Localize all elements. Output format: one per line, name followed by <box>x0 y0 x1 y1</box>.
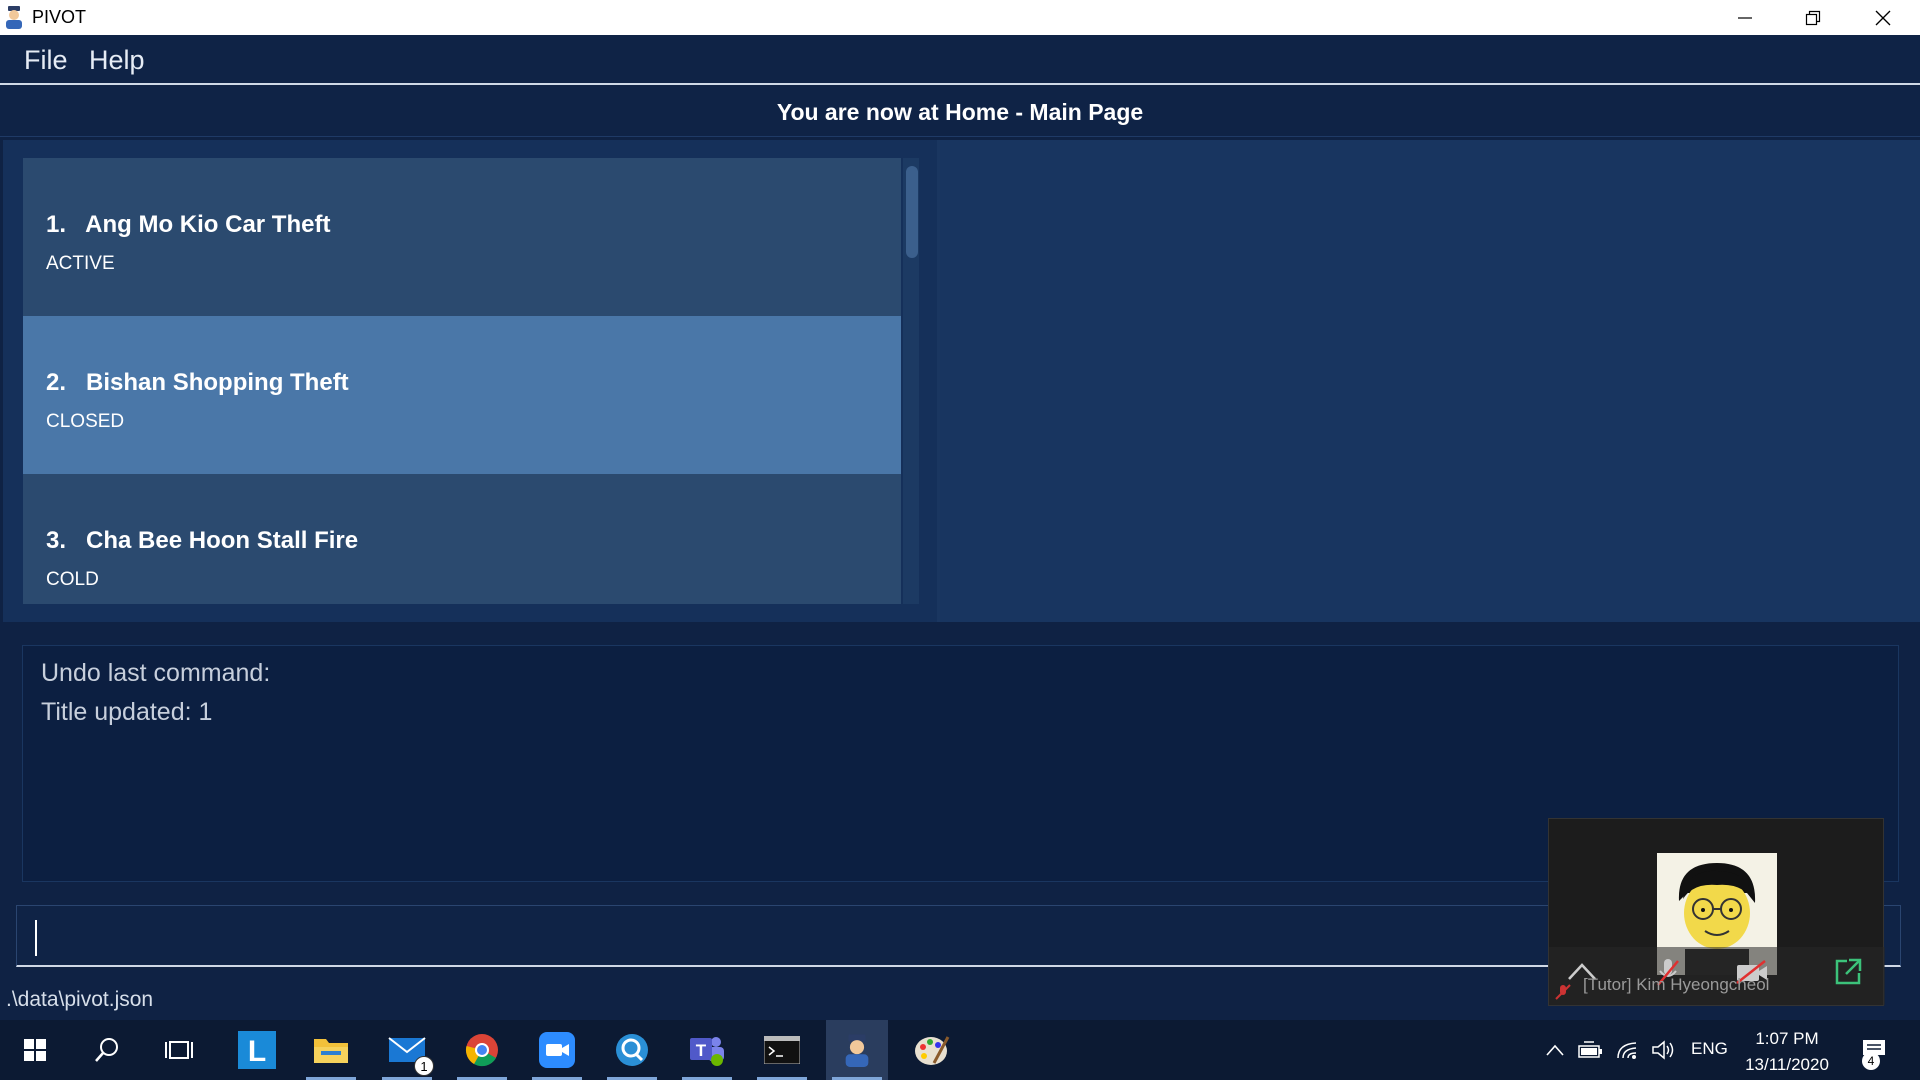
teams-icon: T <box>690 1037 724 1066</box>
window-title: PIVOT <box>32 7 87 27</box>
taskbar-app-pivot[interactable] <box>826 1020 888 1080</box>
case-card-2[interactable]: 2. Bishan Shopping Theft CLOSED <box>23 316 901 474</box>
taskbar-app-zoom[interactable] <box>526 1020 588 1080</box>
clock-date: 13/11/2020 <box>1745 1055 1829 1074</box>
case-title: 2. Bishan Shopping Theft <box>46 369 349 397</box>
menu-file[interactable]: File <box>24 45 68 76</box>
clock-time: 1:07 PM <box>1755 1029 1819 1048</box>
clock[interactable]: 1:07 PM 13/11/2020 <box>1740 1026 1834 1078</box>
data-file-path: .\data\pivot.json <box>6 988 154 1011</box>
wifi-icon <box>1617 1042 1637 1059</box>
network-status[interactable] <box>1616 1038 1640 1062</box>
close-button[interactable] <box>1848 0 1918 35</box>
windows-icon <box>24 1039 46 1061</box>
taskbar-app-paint[interactable] <box>901 1020 963 1080</box>
speaker-icon <box>1652 1040 1674 1060</box>
menu-bar: File Help <box>0 35 1920 85</box>
lumi-icon: L <box>238 1031 276 1069</box>
svg-text:L: L <box>248 1035 266 1068</box>
taskbar-app-teams[interactable]: T <box>676 1020 738 1080</box>
paint-palette-icon <box>915 1036 950 1065</box>
zoom-video-overlay[interactable]: [Tutor] Kim Hyeongcheol <box>1548 818 1885 1006</box>
case-name: Bishan Shopping Theft <box>86 369 349 396</box>
case-title: 1. Ang Mo Kio Car Theft <box>46 211 330 239</box>
minimize-icon <box>1738 16 1752 19</box>
case-index: 3. <box>46 527 67 554</box>
taskbar-app-mail[interactable]: 1 <box>376 1020 438 1080</box>
text-caret <box>35 920 37 956</box>
taskbar-app-terminal[interactable] <box>751 1020 813 1080</box>
result-line: Title updated: 1 <box>41 698 213 726</box>
case-detail-panel <box>940 140 1920 622</box>
battery-icon <box>1578 1041 1602 1058</box>
case-index: 2. <box>46 369 67 396</box>
pivot-app-icon <box>2 5 26 29</box>
svg-text:T: T <box>696 1041 707 1060</box>
share-icon[interactable] <box>1833 957 1863 987</box>
case-name: Ang Mo Kio Car Theft <box>85 211 331 238</box>
case-status: CLOSED <box>46 411 125 432</box>
case-title: 3. Cha Bee Hoon Stall Fire <box>46 527 358 555</box>
zoom-controls-bar: [Tutor] Kim Hyeongcheol <box>1549 947 1885 1005</box>
menu-help[interactable]: Help <box>89 45 145 76</box>
taskbar-app-chrome[interactable] <box>451 1020 513 1080</box>
result-line: Undo last command: <box>41 659 271 687</box>
case-status: ACTIVE <box>46 253 115 274</box>
panel-separator <box>0 622 1920 642</box>
taskbar-app-lumi[interactable]: L <box>226 1020 288 1080</box>
location-header: You are now at Home - Main Page <box>0 87 1920 137</box>
terminal-icon <box>764 1036 800 1064</box>
taskbar-app-quicksearch[interactable] <box>601 1020 663 1080</box>
zoom-app-icon <box>539 1032 575 1068</box>
case-index: 1. <box>46 211 67 238</box>
case-name: Cha Bee Hoon Stall Fire <box>86 527 359 554</box>
case-status: COLD <box>46 569 99 590</box>
case-card-3[interactable]: 3. Cha Bee Hoon Stall Fire COLD <box>23 474 901 604</box>
close-icon <box>1875 10 1891 25</box>
pivot-icon <box>845 1034 869 1067</box>
taskbar-app-file-explorer[interactable] <box>300 1020 362 1080</box>
notification-count-badge: 4 <box>1862 1052 1880 1070</box>
battery-status[interactable] <box>1578 1038 1602 1062</box>
task-view-button[interactable] <box>148 1020 210 1080</box>
chrome-icon <box>465 1034 498 1067</box>
case-list[interactable]: 1. Ang Mo Kio Car Theft ACTIVE 2. Bishan… <box>23 158 903 604</box>
folder-icon <box>314 1039 348 1063</box>
taskbar: L 1 T ENG 1:07 PM 13/11/2020 4 <box>0 1020 1920 1080</box>
search-icon <box>95 1038 118 1062</box>
volume-control[interactable] <box>1651 1038 1675 1062</box>
case-card-1[interactable]: 1. Ang Mo Kio Car Theft ACTIVE <box>23 158 901 316</box>
chevron-up-icon <box>1546 1044 1564 1056</box>
minimize-button[interactable] <box>1710 0 1780 35</box>
case-list-panel: 1. Ang Mo Kio Car Theft ACTIVE 2. Bishan… <box>3 140 939 622</box>
magnifier-app-icon <box>616 1034 648 1066</box>
title-bar: PIVOT <box>0 0 1920 35</box>
scrollbar-thumb[interactable] <box>906 166 918 258</box>
restore-button[interactable] <box>1778 0 1848 35</box>
participant-name: [Tutor] Kim Hyeongcheol <box>1583 975 1770 994</box>
case-list-scrollbar[interactable] <box>903 158 919 604</box>
mic-muted-small-icon <box>1555 984 1571 1000</box>
show-hidden-icons-button[interactable] <box>1543 1038 1567 1062</box>
mail-unread-badge: 1 <box>414 1056 434 1076</box>
restore-icon <box>1805 10 1821 25</box>
input-language[interactable]: ENG <box>1691 1039 1728 1059</box>
search-button[interactable] <box>76 1020 138 1080</box>
start-button[interactable] <box>4 1020 66 1080</box>
task-view-icon <box>165 1041 193 1059</box>
